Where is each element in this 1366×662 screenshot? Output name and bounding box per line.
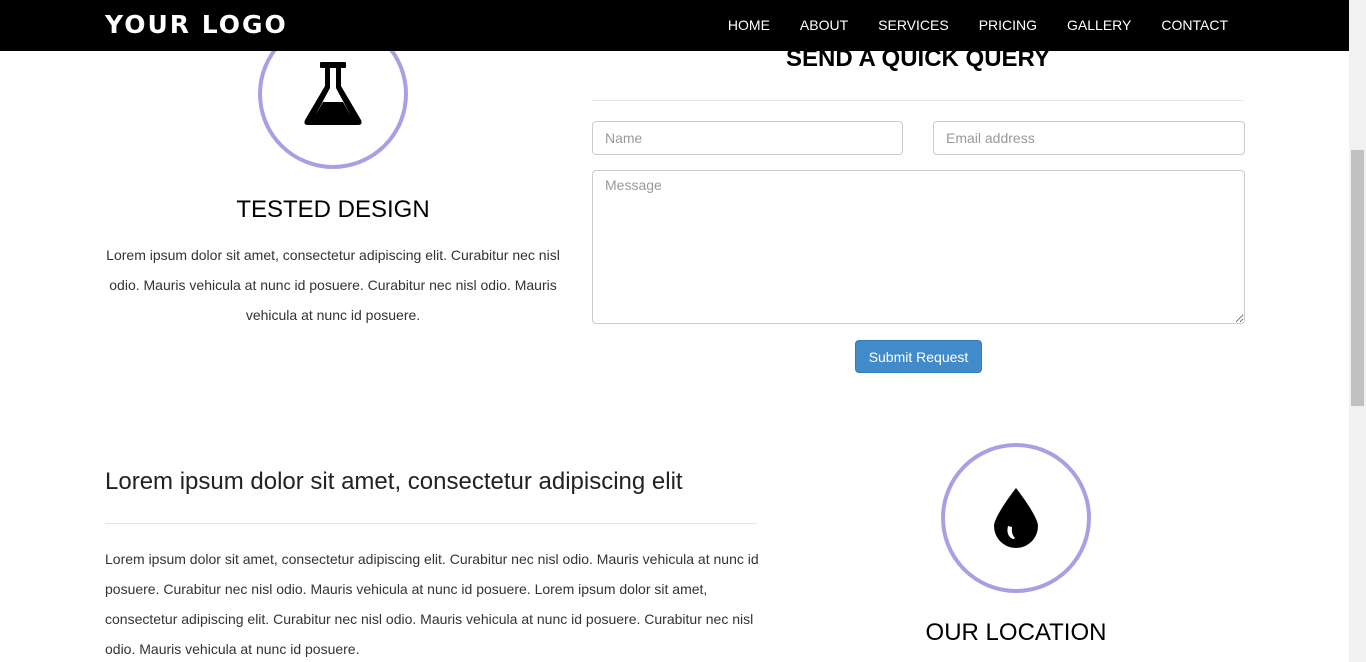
email-input[interactable] [933, 121, 1245, 155]
about-body: Lorem ipsum dolor sit amet, consectetur … [105, 551, 759, 657]
about-heading: Lorem ipsum dolor sit amet, consectetur … [105, 468, 683, 495]
about-divider [105, 523, 757, 524]
nav-gallery[interactable]: GALLERY [1067, 0, 1131, 51]
tested-design-title: TESTED DESIGN [236, 196, 430, 223]
nav-contact[interactable]: CONTACT [1161, 0, 1228, 51]
scrollbar-thumb[interactable] [1351, 150, 1364, 406]
drop-icon [994, 488, 1038, 548]
nav-pricing[interactable]: PRICING [979, 0, 1037, 51]
submit-request-button[interactable]: Submit Request [855, 340, 982, 373]
query-divider [592, 100, 1244, 101]
nav-about[interactable]: ABOUT [800, 0, 848, 51]
page-scrollbar[interactable] [1349, 0, 1366, 662]
nav-services[interactable]: SERVICES [878, 0, 949, 51]
nav-links: HOME ABOUT SERVICES PRICING GALLERY CONT… [728, 0, 1228, 51]
navbar: YOUR LOGO HOME ABOUT SERVICES PRICING GA… [0, 0, 1349, 51]
nav-home[interactable]: HOME [728, 0, 770, 51]
our-location-title: OUR LOCATION [925, 619, 1107, 646]
name-input[interactable] [592, 121, 903, 155]
location-circle [941, 443, 1091, 593]
tested-design-text: Lorem ipsum dolor sit amet, consectetur … [106, 247, 560, 323]
message-textarea[interactable] [592, 170, 1245, 324]
site-logo[interactable]: YOUR LOGO [105, 10, 288, 40]
flask-icon [303, 62, 363, 126]
